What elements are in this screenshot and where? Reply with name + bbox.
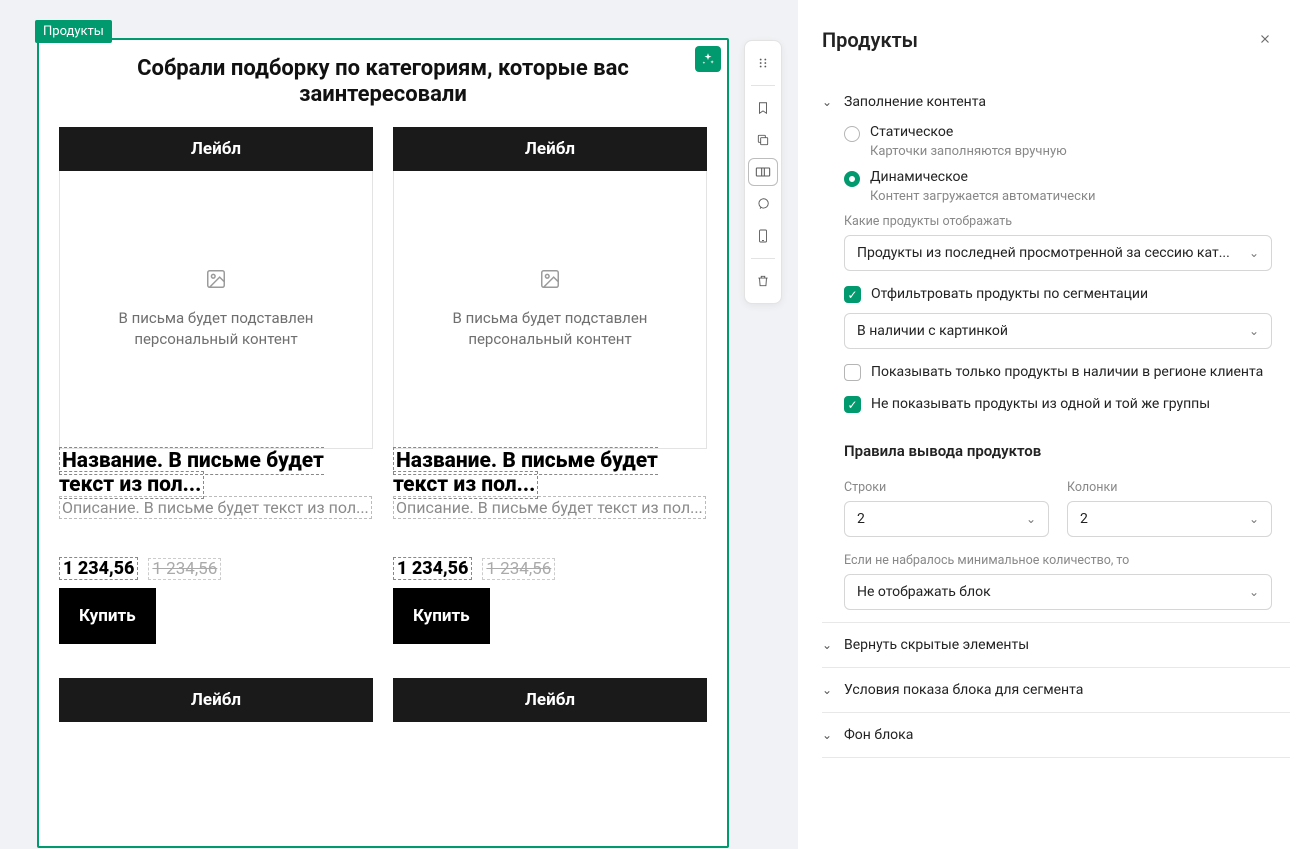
products-source-select[interactable]: Продукты из последней просмотренной за с… [844,235,1272,271]
image-placeholder-text: В письма будет подставлен персональный к… [394,308,706,350]
checkbox-label: Отфильтровать продукты по сегментации [871,285,1148,303]
rows-select[interactable]: 2 ⌄ [844,501,1049,537]
chevron-down-icon: ⌄ [822,95,836,109]
divider [751,258,775,259]
radio-label: Динамическое [870,169,968,185]
ai-magic-button[interactable] [695,46,721,72]
divider [822,757,1290,758]
image-icon [539,268,561,290]
radio-icon [844,126,860,142]
card-image-placeholder[interactable]: В письма будет подставлен персональный к… [393,171,707,449]
section-label: Вернуть скрытые элементы [844,637,1029,653]
block-toolbar [744,40,782,304]
chevron-down-icon: ⌄ [822,728,836,742]
card-price-old[interactable]: 1 234,56 [148,558,221,580]
checkbox-region[interactable]: Показывать только продукты в наличии в р… [844,363,1272,381]
drag-handle[interactable] [748,49,778,77]
chevron-down-icon: ⌄ [822,638,836,652]
select-value: Не отображать блок [857,584,991,600]
card-price[interactable]: 1 234,56 [393,557,472,580]
checkbox-icon: ✓ [844,396,861,413]
section-conditions[interactable]: ⌄ Условия показа блока для сегмента [822,668,1290,712]
card-label[interactable]: Лейбл [59,678,373,722]
email-block-selected[interactable]: Собрали подборку по категориям, которые … [37,38,729,848]
radio-dynamic[interactable]: Динамическое [844,169,1290,187]
trash-icon [756,274,770,288]
field-label: Какие продукты отображать [844,214,1290,229]
field-label: Колонки [1067,480,1272,495]
section-label: Фон блока [844,727,913,743]
card-product-description[interactable]: Описание. В письме будет текст из пол... [393,496,706,519]
field-label: Строки [844,480,1049,495]
radio-icon [844,171,860,187]
cols-select[interactable]: 2 ⌄ [1067,501,1272,537]
chevron-down-icon: ⌄ [1026,512,1036,526]
copy-button[interactable] [748,126,778,154]
save-button[interactable] [748,94,778,122]
card-price[interactable]: 1 234,56 [59,557,138,580]
copy-icon [756,133,770,147]
chevron-down-icon: ⌄ [822,683,836,697]
canvas-area: Продукты Собрали подборку по категориям,… [0,0,798,849]
chevron-down-icon: ⌄ [1249,246,1259,260]
divider [751,85,775,86]
card-product-description[interactable]: Описание. В письме будет текст из пол... [59,496,372,519]
select-value: 2 [857,511,865,527]
panel-title: Продукты [822,28,918,52]
drag-icon [756,56,770,70]
field-label: Если не набралось минимальное количество… [844,553,1290,568]
card-product-title[interactable]: Название. В письме будет текст из пол... [393,447,658,499]
radio-static[interactable]: Статическое [844,124,1290,142]
section-label: Заполнение контента [844,94,986,110]
product-card[interactable]: Лейбл В письма будет подставлен персонал… [59,127,373,723]
checkbox-icon [844,364,861,381]
card-label[interactable]: Лейбл [393,678,707,722]
buy-button[interactable]: Купить [59,588,156,644]
settings-panel: Продукты ⌄ Заполнение контента Статическ… [798,0,1296,849]
select-value: Продукты из последней просмотренной за с… [857,245,1230,261]
chevron-down-icon: ⌄ [1249,512,1259,526]
checkbox-filter-segmentation[interactable]: ✓ Отфильтровать продукты по сегментации [844,285,1272,303]
email-title[interactable]: Собрали подборку по категориям, которые … [59,56,707,109]
checkbox-group[interactable]: ✓ Не показывать продукты из одной и той … [844,395,1272,413]
image-placeholder-text: В письма будет подставлен персональный к… [60,308,372,350]
checkbox-icon: ✓ [844,286,861,303]
buy-button[interactable]: Купить [393,588,490,644]
section-background[interactable]: ⌄ Фон блока [822,713,1290,757]
checkbox-label: Показывать только продукты в наличии в р… [871,363,1263,381]
section-content-fill[interactable]: ⌄ Заполнение контента [822,88,1290,116]
delete-button[interactable] [748,267,778,295]
mobile-button[interactable] [748,222,778,250]
section-label: Условия показа блока для сегмента [844,682,1083,698]
select-value: В наличии с картинкой [857,323,1008,339]
card-image-placeholder[interactable]: В письма будет подставлен персональный к… [59,171,373,449]
select-value: 2 [1080,511,1088,527]
duplicate-button[interactable] [748,158,778,186]
radio-description: Карточки заполняются вручную [870,144,1290,159]
radio-label: Статическое [870,124,953,140]
bookmark-icon [756,101,770,115]
block-tag: Продукты [35,20,112,43]
rules-heading: Правила вывода продуктов [844,442,1290,460]
radio-description: Контент загружается автоматически [870,189,1290,204]
product-card[interactable]: Лейбл В письма будет подставлен персонал… [393,127,707,723]
card-price-old[interactable]: 1 234,56 [482,558,555,580]
fallback-select[interactable]: Не отображать блок ⌄ [844,574,1272,610]
chevron-down-icon: ⌄ [1249,585,1259,599]
image-icon [205,268,227,290]
checkbox-label: Не показывать продукты из одной и той же… [871,395,1210,413]
comment-button[interactable] [748,190,778,218]
close-icon [1258,32,1272,46]
card-label[interactable]: Лейбл [59,127,373,171]
duplicate-icon [755,165,771,179]
card-product-title[interactable]: Название. В письме будет текст из пол... [59,447,324,499]
card-label[interactable]: Лейбл [393,127,707,171]
filter-select[interactable]: В наличии с картинкой ⌄ [844,313,1272,349]
comment-icon [756,197,770,211]
chevron-down-icon: ⌄ [1249,324,1259,338]
sparkle-icon [701,52,715,66]
section-return-hidden[interactable]: ⌄ Вернуть скрытые элементы [822,623,1290,667]
mobile-icon [757,229,769,243]
close-button[interactable] [1258,31,1272,50]
